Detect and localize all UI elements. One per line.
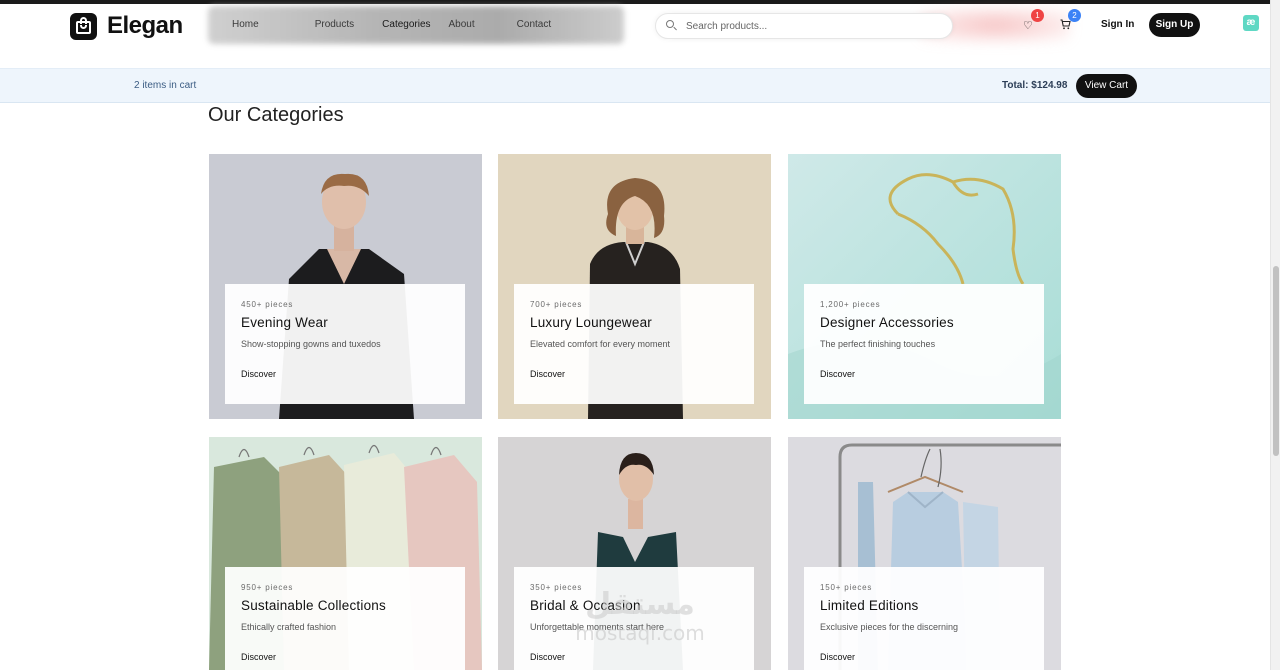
view-cart-button[interactable]: View Cart [1076,74,1137,98]
category-description: Unforgettable moments start here [530,622,665,632]
discover-link[interactable]: Discover [820,652,1028,662]
category-name: Designer Accessories [820,315,954,330]
browser-extension-icon[interactable]: æ [1243,15,1259,31]
section-title: Our Categories [208,104,344,126]
category-name: Sustainable Collections [241,598,386,613]
pieces-count: 700+ pieces [530,300,583,309]
category-name: Luxury Loungewear [530,315,652,330]
category-card-designer-accessories[interactable]: 1,200+ pieces Designer Accessories The p… [788,154,1061,419]
nav-categories[interactable]: Categories [382,19,430,30]
category-card-sustainable-collections[interactable]: 950+ pieces Sustainable Collections Ethi… [209,437,482,670]
pieces-count: 450+ pieces [241,300,294,309]
search-icon [666,20,678,32]
search-input[interactable] [686,20,926,32]
category-description: Show-stopping gowns and tuxedos [241,339,381,349]
category-name: Limited Editions [820,598,919,613]
scrollbar-thumb[interactable] [1273,266,1279,456]
category-panel: 350+ pieces Bridal & Occasion Unforgetta… [514,567,754,670]
page-scrollbar[interactable] [1270,0,1280,670]
sign-up-button[interactable]: Sign Up [1149,13,1200,37]
wishlist-count-badge: 1 [1031,9,1044,22]
nav-about[interactable]: About [449,19,475,30]
category-card-bridal-occasion[interactable]: 350+ pieces Bridal & Occasion Unforgetta… [498,437,771,670]
cart-items-count: 2 items in cart [134,80,197,91]
search-bar [655,13,953,39]
pieces-count: 150+ pieces [820,583,873,592]
category-description: Exclusive pieces for the discerning [820,622,959,632]
wishlist-button[interactable]: ♡ 1 [1023,9,1044,33]
shopping-bag-icon [70,12,97,40]
discover-link[interactable]: Discover [530,652,738,662]
category-name: Bridal & Occasion [530,598,641,613]
category-panel: 450+ pieces Evening Wear Show-stopping g… [225,284,465,404]
heart-icon: ♡ [1023,20,1033,32]
category-card-limited-editions[interactable]: 150+ pieces Limited Editions Exclusive p… [788,437,1061,670]
main-nav: Home Products Categories About Contact [232,19,551,30]
cart-summary-bar: 2 items in cart Total: $124.98 View Cart [0,68,1270,103]
pieces-count: 350+ pieces [530,583,583,592]
category-card-evening-wear[interactable]: 450+ pieces Evening Wear Show-stopping g… [209,154,482,419]
category-panel: 700+ pieces Luxury Loungewear Elevated c… [514,284,754,404]
nav-products[interactable]: Products [315,19,354,30]
discover-link[interactable]: Discover [241,369,449,379]
cart-total: Total: $124.98 [1002,80,1068,91]
brand-logo[interactable]: Elegan [70,12,183,40]
discover-link[interactable]: Discover [241,652,449,662]
discover-link[interactable]: Discover [530,369,738,379]
brand-name: Elegan [107,12,183,39]
sign-in-link[interactable]: Sign In [1101,19,1134,30]
cart-button[interactable]: 2 [1060,9,1081,33]
category-card-luxury-loungewear[interactable]: 700+ pieces Luxury Loungewear Elevated c… [498,154,771,419]
nav-contact[interactable]: Contact [517,19,551,30]
category-description: Ethically crafted fashion [241,622,337,632]
pieces-count: 950+ pieces [241,583,294,592]
cart-count-badge: 2 [1068,9,1081,22]
category-name: Evening Wear [241,315,328,330]
site-header: Elegan Home Products Categories About Co… [0,4,1270,68]
category-description: Elevated comfort for every moment [530,339,671,349]
discover-link[interactable]: Discover [820,369,1028,379]
category-description: The perfect finishing touches [820,339,936,349]
category-panel: 150+ pieces Limited Editions Exclusive p… [804,567,1044,670]
category-panel: 950+ pieces Sustainable Collections Ethi… [225,567,465,670]
cart-icon [1060,19,1071,30]
pieces-count: 1,200+ pieces [820,300,881,309]
category-panel: 1,200+ pieces Designer Accessories The p… [804,284,1044,404]
nav-home[interactable]: Home [232,19,259,30]
